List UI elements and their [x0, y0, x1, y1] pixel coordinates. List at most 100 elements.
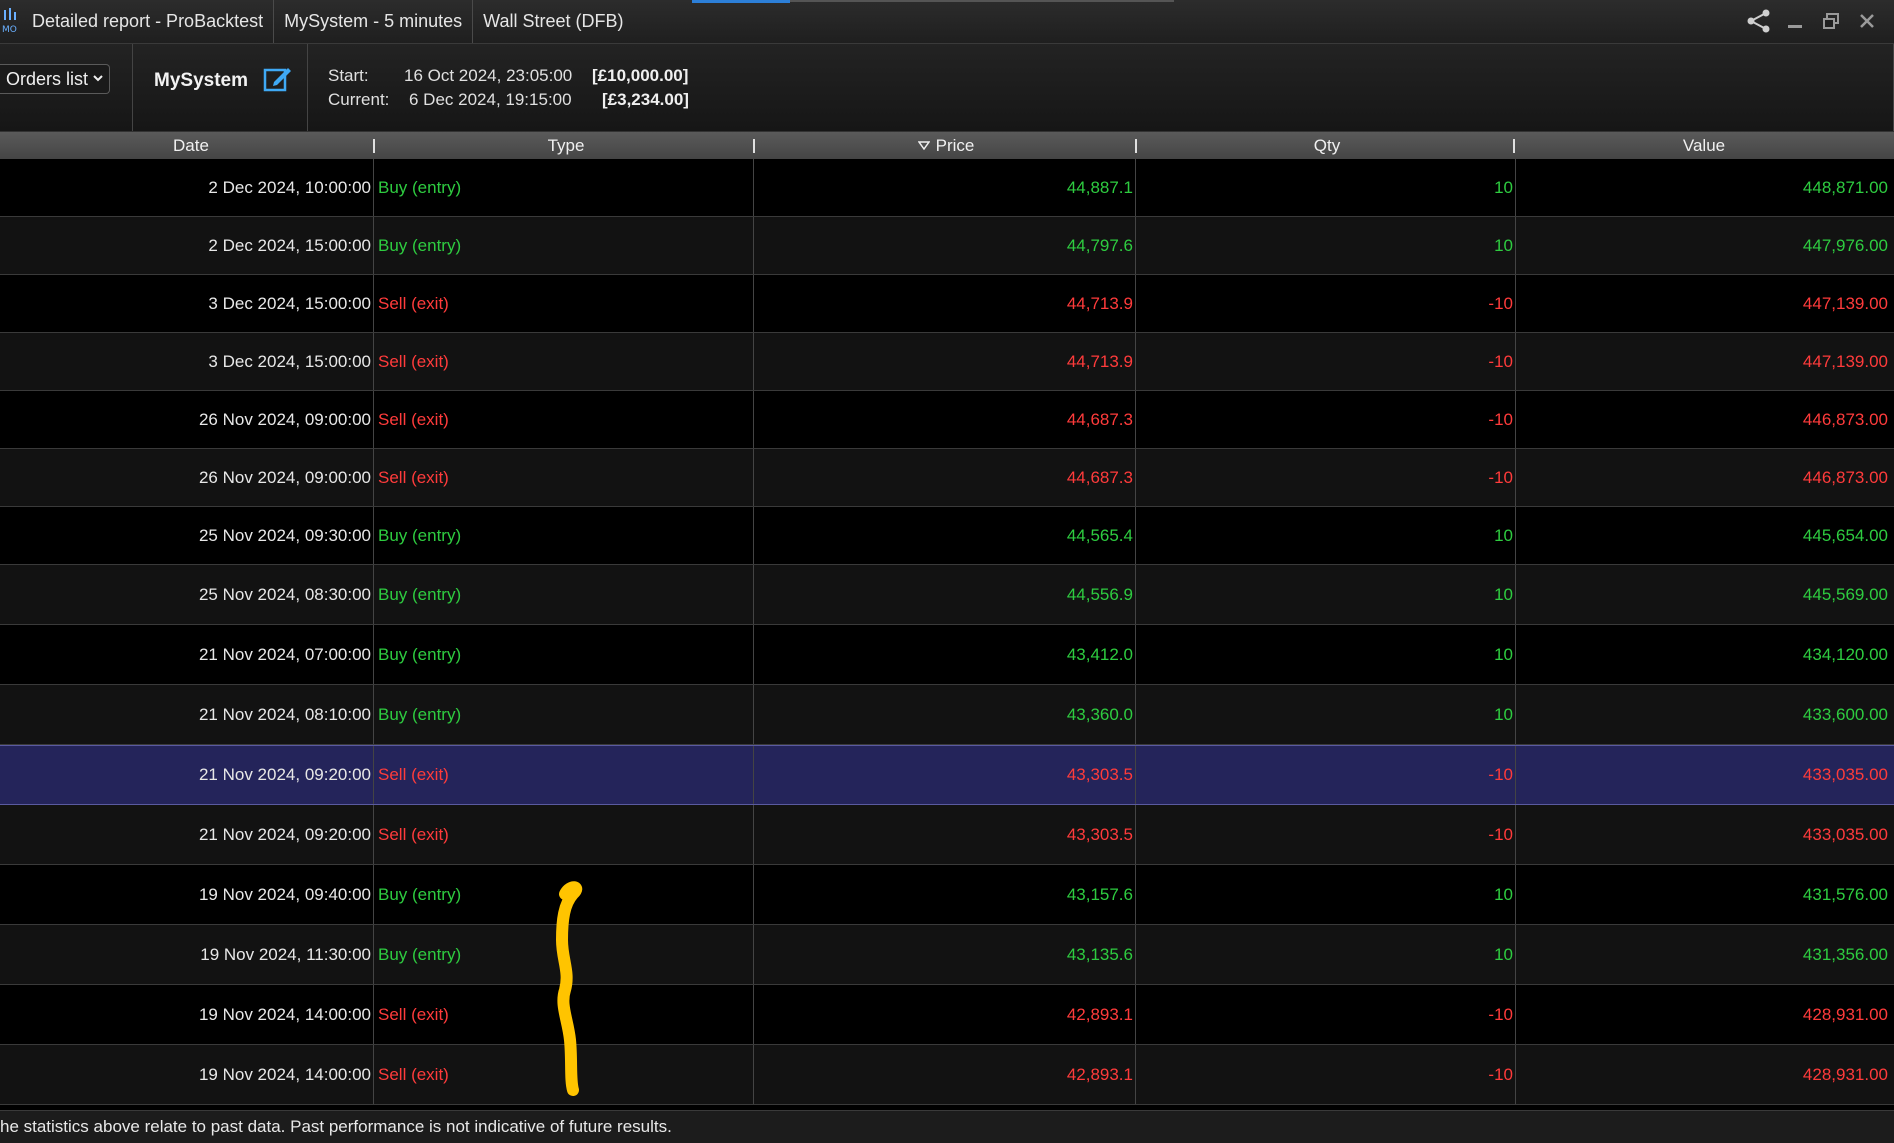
table-row[interactable]: 25 Nov 2024, 08:30:00 Buy (entry) 44,556.9…: [0, 565, 1894, 625]
column-resize-handle[interactable]: [1513, 139, 1515, 153]
cell-price: 44,687.3: [756, 391, 1136, 448]
cell-qty: -10: [1138, 449, 1516, 506]
divider: [132, 44, 133, 131]
cell-qty: 10: [1138, 925, 1516, 984]
sort-down-icon: [917, 133, 931, 160]
table-row[interactable]: 3 Dec 2024, 15:00:00 Sell (exit) 44,713.9-…: [0, 275, 1894, 333]
table-row[interactable]: 3 Dec 2024, 15:00:00 Sell (exit) 44,713.9-…: [0, 333, 1894, 391]
report-info-bar: Orders list MySystem Start: 16 Oct 2024,…: [0, 44, 1894, 132]
table-row[interactable]: 26 Nov 2024, 09:00:00 Sell (exit) 44,687.3…: [0, 449, 1894, 507]
cell-value: 446,873.00: [1802, 467, 1888, 487]
column-header-value[interactable]: Value: [1518, 132, 1890, 159]
cell-price: 43,412.0: [756, 625, 1136, 684]
cell-qty: -10: [1138, 1045, 1516, 1104]
cell-value: 428,931.00: [1802, 1064, 1888, 1084]
table-row[interactable]: 26 Nov 2024, 09:00:00 Sell (exit) 44,687.3…: [0, 391, 1894, 449]
cell-qty: -10: [1138, 805, 1516, 864]
cell-type: Buy (entry): [376, 507, 754, 564]
orders-table-body: 2 Dec 2024, 10:00:00 Buy (entry) 44,887.1 1…: [0, 159, 1894, 1105]
cell-value: 431,576.00: [1802, 884, 1888, 904]
cell-type: Buy (entry): [376, 625, 754, 684]
column-resize-handle[interactable]: [373, 139, 375, 153]
cell-date: 25 Nov 2024, 08:30:00: [0, 565, 374, 624]
table-row[interactable]: 21 Nov 2024, 09:20:00 Sell (exit) 43,303.5…: [0, 745, 1894, 805]
instrument-label: Wall Street (DFB): [483, 11, 624, 31]
column-header-qty[interactable]: Qty: [1138, 132, 1516, 159]
cell-type: Sell (exit): [376, 449, 754, 506]
cell-value: 433,600.00: [1802, 704, 1888, 724]
view-select[interactable]: Orders list: [0, 64, 110, 94]
table-row[interactable]: 21 Nov 2024, 09:20:00 Sell (exit) 43,303.5…: [0, 805, 1894, 865]
cell-date: 19 Nov 2024, 14:00:00: [0, 985, 374, 1044]
cell-price: 43,303.5: [756, 805, 1136, 864]
cell-value: 433,035.00: [1802, 765, 1888, 784]
cell-qty: -10: [1138, 391, 1516, 448]
column-header-type[interactable]: Type: [376, 132, 756, 159]
cell-qty: 10: [1138, 507, 1516, 564]
cell-qty: 10: [1138, 565, 1516, 624]
cell-type: Sell (exit): [376, 805, 754, 864]
current-label: Current:: [328, 90, 390, 109]
cell-price: 44,797.6: [756, 217, 1136, 274]
cell-date: 19 Nov 2024, 14:00:00: [0, 1045, 374, 1104]
cell-date: 21 Nov 2024, 07:00:00: [0, 625, 374, 684]
close-icon[interactable]: [1854, 8, 1880, 34]
cell-price: 43,360.0: [756, 685, 1136, 744]
table-row[interactable]: 19 Nov 2024, 09:40:00 Buy (entry) 43,157.6…: [0, 865, 1894, 925]
restore-icon[interactable]: [1818, 8, 1844, 34]
table-row[interactable]: 19 Nov 2024, 14:00:00 Sell (exit) 42,893.1…: [0, 1045, 1894, 1105]
cell-price: 44,565.4: [756, 507, 1136, 564]
column-resize-handle[interactable]: [1135, 139, 1137, 153]
column-header-price-label: Price: [935, 136, 975, 155]
cell-price: 42,893.1: [756, 985, 1136, 1044]
system-tab[interactable]: MySystem - 5 minutes: [274, 0, 474, 43]
cell-value: 433,035.00: [1802, 824, 1888, 844]
cell-value: 447,139.00: [1802, 293, 1888, 313]
view-select-value: Orders list: [6, 68, 89, 89]
start-label: Start:: [328, 66, 369, 85]
title-bar: MO Detailed report - ProBacktest MySyste…: [0, 0, 1894, 44]
svg-text:MO: MO: [2, 25, 17, 35]
window-title: Detailed report - ProBacktest: [22, 0, 275, 43]
cell-date: 19 Nov 2024, 11:30:00: [0, 925, 374, 984]
cell-type: Sell (exit): [376, 275, 754, 332]
table-row[interactable]: 21 Nov 2024, 07:00:00 Buy (entry) 43,412.0…: [0, 625, 1894, 685]
cell-date: 21 Nov 2024, 08:10:00: [0, 685, 374, 744]
table-row[interactable]: 25 Nov 2024, 09:30:00 Buy (entry) 44,565.4…: [0, 507, 1894, 565]
highlighter-annotation: [556, 881, 583, 1096]
cell-value: 446,873.00: [1802, 409, 1888, 429]
cell-type: Buy (entry): [376, 565, 754, 624]
cell-value: 447,976.00: [1802, 235, 1888, 255]
table-row[interactable]: 2 Dec 2024, 15:00:00 Buy (entry) 44,797.6 1…: [0, 217, 1894, 275]
cell-qty: 10: [1138, 625, 1516, 684]
cell-price: 43,157.6: [756, 865, 1136, 924]
cell-price: 43,303.5: [756, 746, 1136, 804]
column-header-date[interactable]: Date: [0, 132, 382, 159]
column-header-price[interactable]: Price: [756, 132, 1136, 159]
minimize-icon[interactable]: [1782, 8, 1808, 34]
cell-price: 44,713.9: [756, 333, 1136, 390]
cell-type: Sell (exit): [376, 333, 754, 390]
cell-date: 3 Dec 2024, 15:00:00: [0, 333, 374, 390]
share-icon[interactable]: [1746, 8, 1772, 34]
start-capital: [£10,000.00]: [592, 66, 689, 85]
cell-date: 2 Dec 2024, 15:00:00: [0, 217, 374, 274]
table-row[interactable]: 21 Nov 2024, 08:10:00 Buy (entry) 43,360.0…: [0, 685, 1894, 745]
cell-value: 428,931.00: [1802, 1004, 1888, 1024]
cell-qty: 10: [1138, 685, 1516, 744]
table-row[interactable]: 19 Nov 2024, 14:00:00 Sell (exit) 42,893.1…: [0, 985, 1894, 1045]
cell-qty: 10: [1138, 159, 1516, 216]
cell-qty: 10: [1138, 865, 1516, 924]
current-date: 6 Dec 2024, 19:15:00: [409, 90, 572, 109]
tab-indicator-track: [790, 0, 1174, 2]
cell-value: 434,120.00: [1802, 644, 1888, 664]
edit-icon[interactable]: [262, 64, 292, 99]
table-row[interactable]: 2 Dec 2024, 10:00:00 Buy (entry) 44,887.1 1…: [0, 159, 1894, 217]
cell-price: 43,135.6: [756, 925, 1136, 984]
column-resize-handle[interactable]: [753, 139, 755, 153]
cell-qty: -10: [1138, 275, 1516, 332]
cell-date: 25 Nov 2024, 09:30:00: [0, 507, 374, 564]
cell-value: 431,356.00: [1802, 944, 1888, 964]
cell-price: 44,687.3: [756, 449, 1136, 506]
table-row[interactable]: 19 Nov 2024, 11:30:00 Buy (entry) 43,135.6…: [0, 925, 1894, 985]
